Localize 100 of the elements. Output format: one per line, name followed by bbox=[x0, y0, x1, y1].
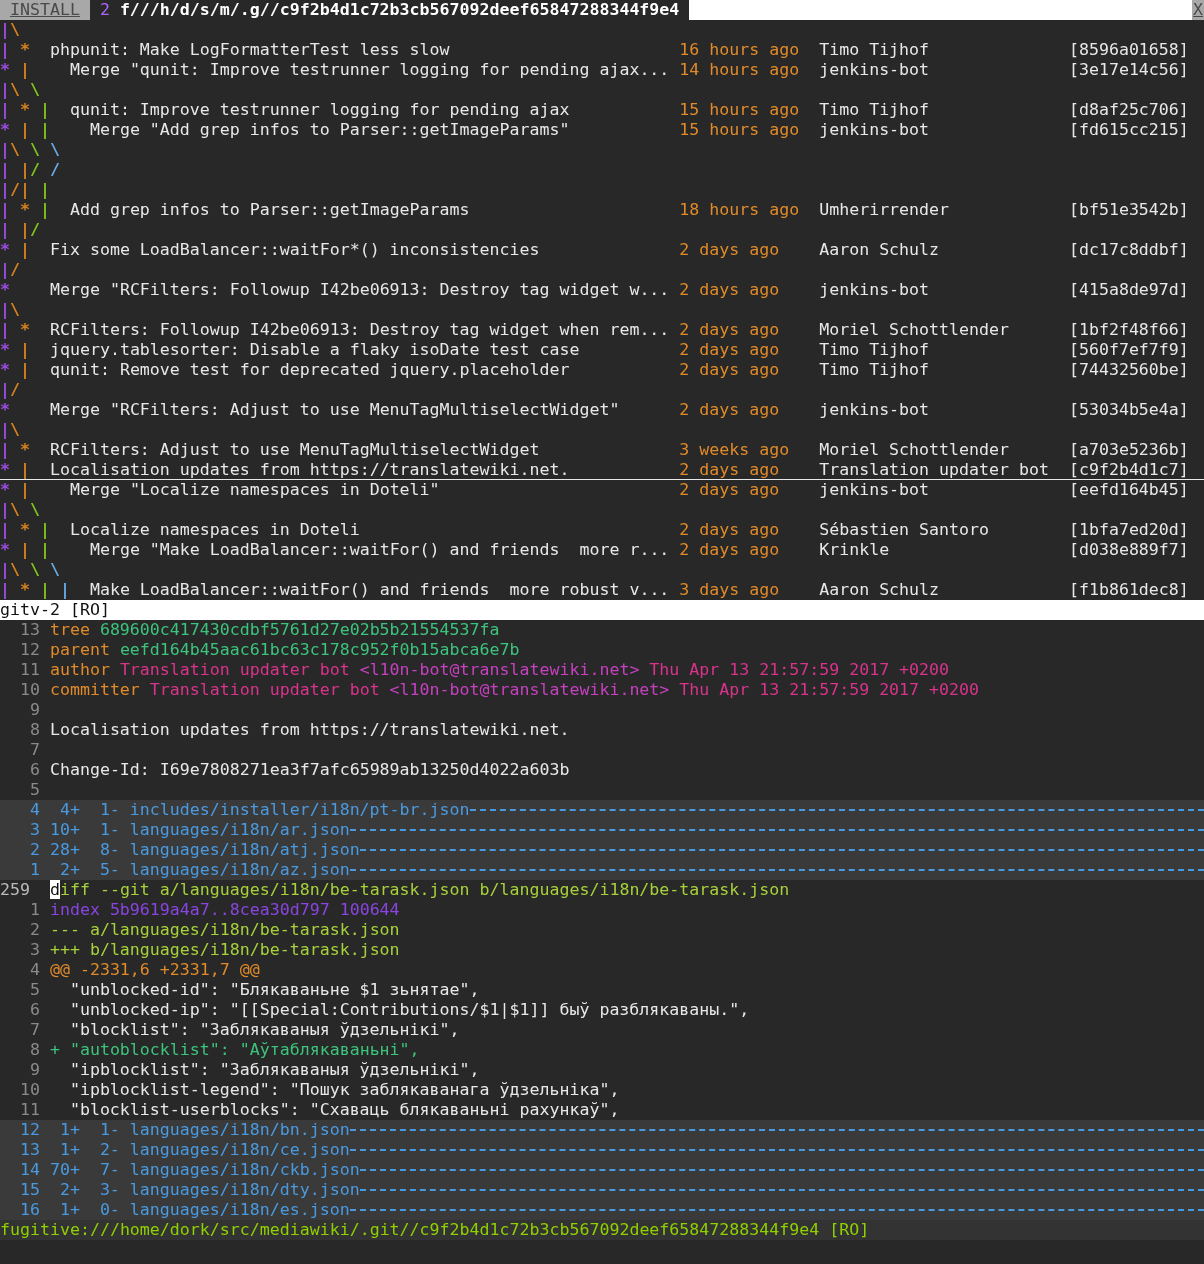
graph-text: * bbox=[0, 60, 10, 80]
graph-text: | bbox=[0, 580, 10, 600]
graph-text: * bbox=[0, 120, 10, 140]
added-count: 1+ bbox=[58, 1120, 80, 1140]
commit-row[interactable]: * | Merge "qunit: Improve testrunner logging for pending ajax... 14 hours ago jenkins-bot [3e17e14c56] bbox=[0, 60, 1204, 80]
line-number: 4 bbox=[28, 960, 40, 980]
commit-row[interactable]: | * | Localize namespaces in Doteli 2 days ago Sébastien Santoro [1bfa7ed20d] bbox=[0, 520, 1204, 540]
commit-row[interactable]: |\ bbox=[0, 300, 1204, 320]
tab-label: f///h/d/s/m/.g//c9f2b4d1c72b3cb567092deef65847288344f9e4 bbox=[119, 0, 680, 20]
graph-text: \ bbox=[48, 560, 60, 580]
code-text: "ipblocklist": "Заблякаваныя ўдзельнікі", bbox=[69, 1060, 480, 1080]
graph-text: * bbox=[0, 360, 10, 380]
line-number: 10 bbox=[18, 1080, 40, 1100]
commit-author: Umherirrender bbox=[819, 200, 951, 220]
graph-text: * bbox=[19, 320, 30, 340]
commit-row[interactable]: | * | qunit: Improve testrunner logging for pending ajax 15 hours ago Timo Tijhof [d8af25c706] bbox=[0, 100, 1204, 120]
code-text: author bbox=[49, 660, 110, 680]
commit-hash: [c9f2b4d1c7] bbox=[1068, 460, 1189, 479]
commit-row[interactable]: | * | | Make LoadBalancer::waitFor() and friends more robust v... 3 days ago Aaron Schulz [f1b861dec8] bbox=[0, 580, 1204, 600]
file-path: languages/i18n/atj.json bbox=[129, 840, 360, 860]
commit-date: 3 weeks ago bbox=[679, 440, 791, 460]
commit-row[interactable]: * | | Merge "Make LoadBalancer::waitFor() and friends more r... 2 days ago Krinkle [d038e889f7] bbox=[0, 540, 1204, 560]
commit-date: 2 days ago bbox=[679, 320, 781, 340]
commit-row[interactable]: * | Localisation updates from https://translatewiki.net. 2 days ago Translation updater bot [c9f2b4d1c7] bbox=[0, 460, 1204, 480]
commit-row[interactable]: | * RCFilters: Followup I42be06913: Destroy tag widget when rem... 2 days ago Moriel Schottlender [1bf2f48f66] bbox=[0, 320, 1204, 340]
commit-row[interactable]: |/ bbox=[0, 380, 1204, 400]
graph-text: * bbox=[0, 340, 10, 360]
commit-row[interactable]: * Merge "RCFilters: Followup I42be06913: Destroy tag widget w... 2 days ago jenkins-bot [415a8de97d] bbox=[0, 280, 1204, 300]
code-text: Localisation updates from https://translatewiki.net. bbox=[49, 720, 570, 740]
commit-row[interactable]: |\ \ \ bbox=[0, 140, 1204, 160]
graph-text: * bbox=[0, 460, 10, 479]
commit-row[interactable]: |/| | bbox=[0, 180, 1204, 200]
commit-date: 18 hours ago bbox=[679, 200, 801, 220]
commit-hash: [a703e5236b] bbox=[1068, 440, 1189, 460]
graph-text: \ bbox=[10, 560, 20, 580]
commit-row[interactable]: * | Merge "Localize namespaces in Doteli" 2 days ago jenkins-bot [eefd164b45] bbox=[0, 480, 1204, 500]
commit-row[interactable]: |\ bbox=[0, 420, 1204, 440]
code-text: Thu Apr 13 21:57:59 2017 +0200 bbox=[649, 660, 950, 680]
added-count: 2+ bbox=[58, 1180, 80, 1200]
commit-row[interactable]: * | Fix some LoadBalancer::waitFor*() inconsistencies 2 days ago Aaron Schulz [dc17c8ddbf] bbox=[0, 240, 1204, 260]
code-text: Change-Id: I69e7808271ea3f7afc65989ab13250d4022a603b bbox=[49, 760, 570, 780]
graph-text: / bbox=[10, 260, 20, 280]
commit-row[interactable]: | |/ bbox=[0, 220, 1204, 240]
commit-author: Moriel Schottlender bbox=[819, 320, 1010, 340]
line-number: 9 bbox=[28, 700, 40, 720]
commit-row[interactable]: * Merge "RCFilters: Adjust to use MenuTagMultiselectWidget" 2 days ago jenkins-bot [53034b5e4a] bbox=[0, 400, 1204, 420]
commit-row[interactable]: | |/ / bbox=[0, 160, 1204, 180]
commit-author: Timo Tijhof bbox=[819, 40, 931, 60]
graph-text: \ bbox=[10, 140, 20, 160]
close-button[interactable]: X bbox=[1192, 0, 1204, 20]
commit-date: 15 hours ago bbox=[679, 100, 801, 120]
commit-message: qunit: Remove test for deprecated jquery.placeholder bbox=[49, 360, 570, 380]
graph-text: / bbox=[30, 160, 40, 180]
file-path: languages/i18n/dty.json bbox=[129, 1180, 360, 1200]
commit-row[interactable]: |\ \ \ bbox=[0, 560, 1204, 580]
removed-count: 2- bbox=[99, 1140, 120, 1160]
commit-row[interactable]: |\ bbox=[0, 20, 1204, 40]
graph-text: * bbox=[0, 480, 10, 500]
commit-hash: [eefd164b45] bbox=[1068, 480, 1189, 500]
commit-date: 2 days ago bbox=[679, 520, 781, 540]
graph-text: | bbox=[0, 440, 10, 460]
commit-row[interactable]: | * RCFilters: Adjust to use MenuTagMultiselectWidget 3 weeks ago Moriel Schottlender [a703e5236b] bbox=[0, 440, 1204, 460]
code-text: index 5b9619a4a7..8cea30d797 100644 bbox=[49, 900, 400, 920]
commit-date: 2 days ago bbox=[679, 460, 781, 479]
line-number: 3 bbox=[28, 940, 40, 960]
line-number: 12 bbox=[18, 1120, 40, 1140]
commit-date: 16 hours ago bbox=[679, 40, 801, 60]
tab[interactable]: 2 f///h/d/s/m/.g//c9f2b4d1c72b3cb567092deef65847288344f9e4 bbox=[89, 0, 690, 20]
line-number: 5 bbox=[28, 980, 40, 1000]
line-number: 8 bbox=[28, 1040, 40, 1060]
graph-text: | bbox=[0, 520, 10, 540]
commit-row[interactable]: * | | Merge "Add grep infos to Parser::getImageParams" 15 hours ago jenkins-bot [fd615cc215] bbox=[0, 120, 1204, 140]
graph-text: | bbox=[0, 180, 10, 200]
graph-text: | bbox=[0, 160, 10, 180]
commit-row[interactable]: | * | Add grep infos to Parser::getImageParams 18 hours ago Umherirrender [bf51e3542b] bbox=[0, 200, 1204, 220]
commit-message: Merge "Localize namespaces in Doteli" bbox=[69, 480, 440, 500]
commit-row[interactable]: |/ bbox=[0, 260, 1204, 280]
line-number: 13 bbox=[18, 1140, 40, 1160]
tab[interactable]: INSTALL bbox=[0, 0, 90, 20]
commit-author: Moriel Schottlender bbox=[819, 440, 1010, 460]
graph-text: | bbox=[0, 420, 10, 440]
added-count: 2+ bbox=[58, 860, 80, 880]
graph-text: | bbox=[19, 240, 30, 260]
graph-text: \ bbox=[10, 420, 20, 440]
commit-author: Timo Tijhof bbox=[819, 100, 931, 120]
commit-row[interactable]: |\ \ bbox=[0, 80, 1204, 100]
commit-hash: [d038e889f7] bbox=[1068, 540, 1189, 560]
code-text: Thu Apr 13 21:57:59 2017 +0200 bbox=[679, 680, 980, 700]
graph-text: * bbox=[19, 100, 30, 120]
graph-text: \ bbox=[10, 300, 20, 320]
commit-row[interactable]: * | jquery.tablesorter: Disable a flaky isoDate test case 2 days ago Timo Tijhof [560f7ef7f9] bbox=[0, 340, 1204, 360]
commit-row[interactable]: |\ \ bbox=[0, 500, 1204, 520]
commit-row[interactable]: | * phpunit: Make LogFormatterTest less slow 16 hours ago Timo Tijhof [8596a01658] bbox=[0, 40, 1204, 60]
graph-text: | bbox=[19, 540, 30, 560]
commit-row[interactable]: * | qunit: Remove test for deprecated jquery.placeholder 2 days ago Timo Tijhof [74432560be] bbox=[0, 360, 1204, 380]
commit-message: jquery.tablesorter: Disable a flaky isoDate test case bbox=[49, 340, 580, 360]
code-text: "ipblocklist-legend": "Пошук заблякаванага ўдзельніка", bbox=[69, 1080, 620, 1100]
commit-author: Krinkle bbox=[819, 540, 891, 560]
graph-text: * bbox=[0, 540, 10, 560]
graph-text: | bbox=[0, 560, 10, 580]
